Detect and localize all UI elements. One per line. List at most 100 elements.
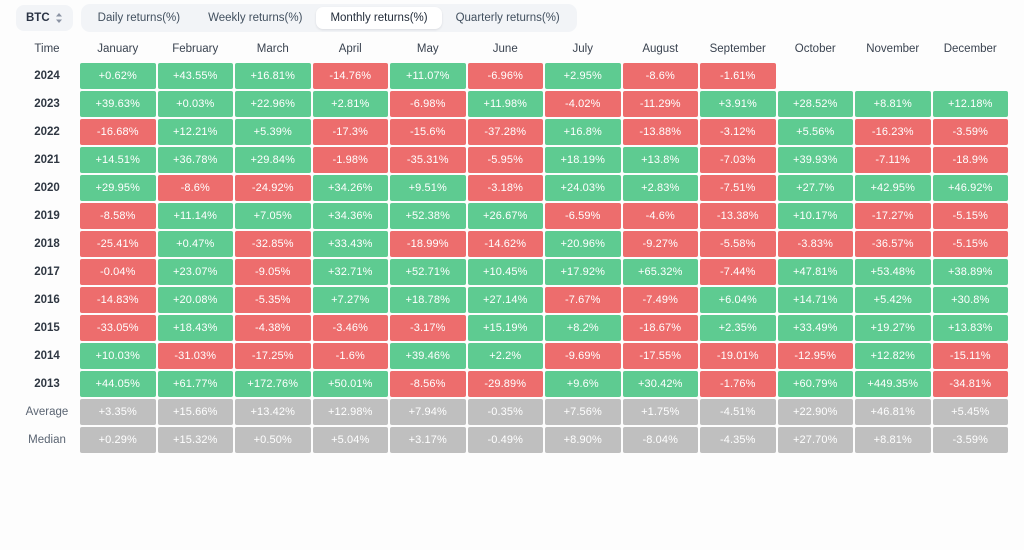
- cell-2017-october: +47.81%: [778, 259, 854, 285]
- cell-2020-july: +24.03%: [545, 175, 621, 201]
- cell-2013-august: +30.42%: [623, 371, 699, 397]
- cell-2014-september: -19.01%: [700, 343, 776, 369]
- cell-2022-may: -15.6%: [390, 119, 466, 145]
- cell-2015-july: +8.2%: [545, 315, 621, 341]
- cell-2017-january: -0.04%: [80, 259, 156, 285]
- cell-2023-september: +3.91%: [700, 91, 776, 117]
- tab-quarterly-returns[interactable]: Quarterly returns(%): [442, 7, 574, 29]
- row-label-2023: 2023: [16, 91, 78, 117]
- cell-median-january: +0.29%: [80, 427, 156, 453]
- cell-2024-december: [933, 63, 1009, 89]
- tab-monthly-returns[interactable]: Monthly returns(%): [316, 7, 441, 29]
- cell-2024-may: +11.07%: [390, 63, 466, 89]
- monthly-returns-panel: BTC Daily returns(%) Weekly returns(%) M…: [0, 0, 1024, 550]
- row-label-2013: 2013: [16, 371, 78, 397]
- cell-2014-august: -17.55%: [623, 343, 699, 369]
- row-label-average: Average: [16, 399, 78, 425]
- cell-2019-july: -6.59%: [545, 203, 621, 229]
- cell-2019-december: -5.15%: [933, 203, 1009, 229]
- tab-daily-returns[interactable]: Daily returns(%): [84, 7, 194, 29]
- cell-2015-june: +15.19%: [468, 315, 544, 341]
- row-label-2018: 2018: [16, 231, 78, 257]
- cell-2014-february: -31.03%: [158, 343, 234, 369]
- cell-2015-october: +33.49%: [778, 315, 854, 341]
- cell-2016-august: -7.49%: [623, 287, 699, 313]
- table-row: 2016-14.83%+20.08%-5.35%+7.27%+18.78%+27…: [16, 287, 1008, 313]
- table-row: Average+3.35%+15.66%+13.42%+12.98%+7.94%…: [16, 399, 1008, 425]
- cell-2024-april: -14.76%: [313, 63, 389, 89]
- table-row: 2020+29.95%-8.6%-24.92%+34.26%+9.51%-3.1…: [16, 175, 1008, 201]
- cell-2024-july: +2.95%: [545, 63, 621, 89]
- cell-2016-november: +5.42%: [855, 287, 931, 313]
- cell-2015-september: +2.35%: [700, 315, 776, 341]
- cell-2019-january: -8.58%: [80, 203, 156, 229]
- cell-2018-august: -9.27%: [623, 231, 699, 257]
- cell-2021-january: +14.51%: [80, 147, 156, 173]
- cell-2016-october: +14.71%: [778, 287, 854, 313]
- cell-2020-november: +42.95%: [855, 175, 931, 201]
- cell-2017-june: +10.45%: [468, 259, 544, 285]
- cell-2015-april: -3.46%: [313, 315, 389, 341]
- table-row: 2013+44.05%+61.77%+172.76%+50.01%-8.56%-…: [16, 371, 1008, 397]
- cell-2022-july: +16.8%: [545, 119, 621, 145]
- cell-2024-september: -1.61%: [700, 63, 776, 89]
- cell-2024-august: -8.6%: [623, 63, 699, 89]
- table-header-row: TimeJanuaryFebruaryMarchAprilMayJuneJuly…: [16, 40, 1008, 61]
- cell-2013-march: +172.76%: [235, 371, 311, 397]
- cell-2013-january: +44.05%: [80, 371, 156, 397]
- cell-median-september: -4.35%: [700, 427, 776, 453]
- cell-median-december: -3.59%: [933, 427, 1009, 453]
- cell-2023-december: +12.18%: [933, 91, 1009, 117]
- cell-2014-january: +10.03%: [80, 343, 156, 369]
- cell-median-november: +8.81%: [855, 427, 931, 453]
- cell-2017-july: +17.92%: [545, 259, 621, 285]
- cell-median-august: -8.04%: [623, 427, 699, 453]
- cell-2021-april: -1.98%: [313, 147, 389, 173]
- cell-2022-june: -37.28%: [468, 119, 544, 145]
- cell-2017-december: +38.89%: [933, 259, 1009, 285]
- cell-2022-september: -3.12%: [700, 119, 776, 145]
- column-header-july: July: [545, 40, 621, 61]
- table-row: 2018-25.41%+0.47%-32.85%+33.43%-18.99%-1…: [16, 231, 1008, 257]
- cell-2021-july: +18.19%: [545, 147, 621, 173]
- cell-2013-september: -1.76%: [700, 371, 776, 397]
- cell-2016-june: +27.14%: [468, 287, 544, 313]
- cell-median-march: +0.50%: [235, 427, 311, 453]
- cell-2018-june: -14.62%: [468, 231, 544, 257]
- cell-average-may: +7.94%: [390, 399, 466, 425]
- cell-2024-march: +16.81%: [235, 63, 311, 89]
- cell-2019-may: +52.38%: [390, 203, 466, 229]
- cell-2024-june: -6.96%: [468, 63, 544, 89]
- cell-2018-january: -25.41%: [80, 231, 156, 257]
- column-header-october: October: [778, 40, 854, 61]
- cell-2018-october: -3.83%: [778, 231, 854, 257]
- cell-2021-november: -7.11%: [855, 147, 931, 173]
- cell-average-march: +13.42%: [235, 399, 311, 425]
- row-label-2019: 2019: [16, 203, 78, 229]
- cell-2018-february: +0.47%: [158, 231, 234, 257]
- cell-2017-september: -7.44%: [700, 259, 776, 285]
- row-label-2022: 2022: [16, 119, 78, 145]
- cell-2016-december: +30.8%: [933, 287, 1009, 313]
- table-row: 2019-8.58%+11.14%+7.05%+34.36%+52.38%+26…: [16, 203, 1008, 229]
- cell-2017-november: +53.48%: [855, 259, 931, 285]
- returns-period-tabs: Daily returns(%) Weekly returns(%) Month…: [81, 4, 577, 32]
- cell-2019-october: +10.17%: [778, 203, 854, 229]
- cell-2017-april: +32.71%: [313, 259, 389, 285]
- column-header-time: Time: [16, 40, 78, 61]
- cell-2013-may: -8.56%: [390, 371, 466, 397]
- cell-2019-february: +11.14%: [158, 203, 234, 229]
- column-header-december: December: [933, 40, 1009, 61]
- cell-2016-july: -7.67%: [545, 287, 621, 313]
- cell-average-august: +1.75%: [623, 399, 699, 425]
- cell-2014-november: +12.82%: [855, 343, 931, 369]
- asset-selector[interactable]: BTC: [16, 5, 73, 31]
- cell-2022-october: +5.56%: [778, 119, 854, 145]
- table-row: 2023+39.63%+0.03%+22.96%+2.81%-6.98%+11.…: [16, 91, 1008, 117]
- row-label-median: Median: [16, 427, 78, 453]
- tab-weekly-returns[interactable]: Weekly returns(%): [194, 7, 316, 29]
- cell-2018-november: -36.57%: [855, 231, 931, 257]
- cell-2022-february: +12.21%: [158, 119, 234, 145]
- cell-average-december: +5.45%: [933, 399, 1009, 425]
- asset-selector-label: BTC: [26, 12, 50, 24]
